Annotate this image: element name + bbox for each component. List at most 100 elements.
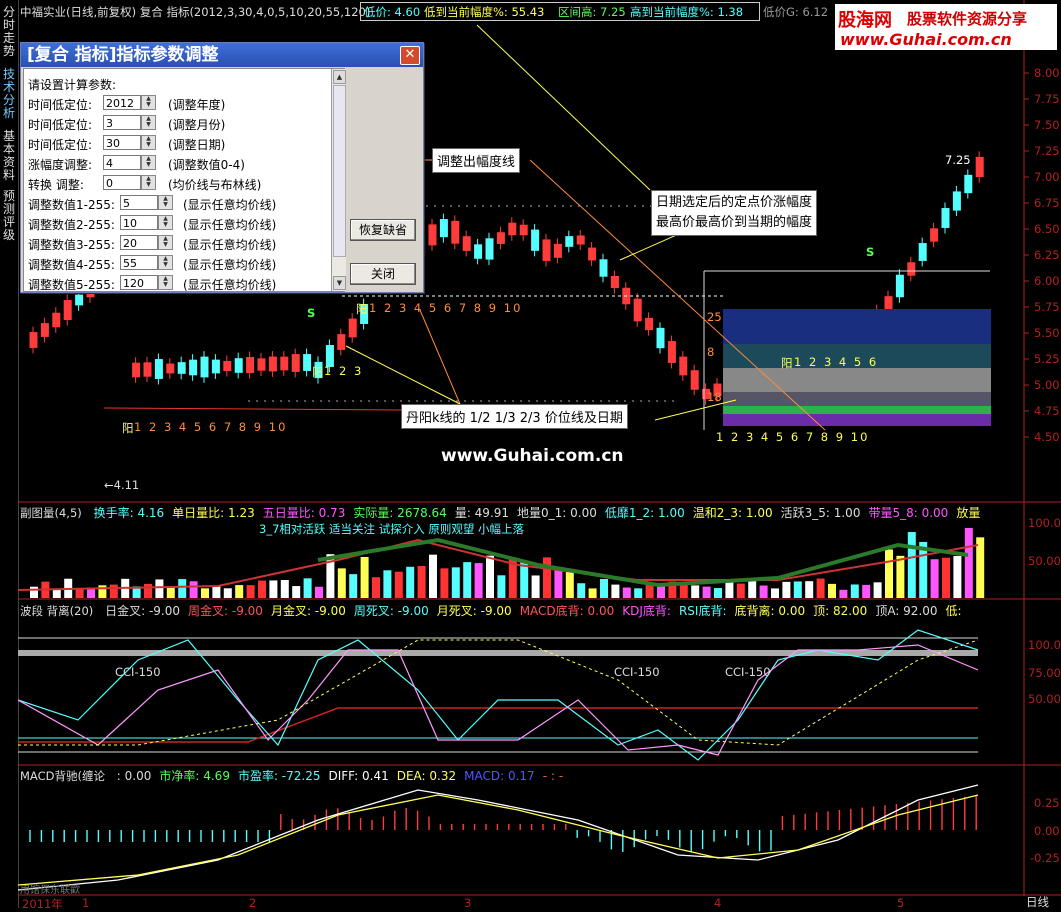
candle-body — [930, 228, 939, 242]
param-spinner-icon[interactable]: ▲ ▼ — [158, 235, 173, 250]
param-input[interactable]: 3 — [103, 115, 141, 130]
param-input[interactable]: 20 — [120, 235, 158, 250]
volume-bar — [303, 578, 312, 598]
vol-field: 温和2_3: 1.00 — [692, 506, 773, 520]
volume-bar — [600, 579, 608, 598]
volume-bar — [805, 581, 814, 598]
yang-seq-4: 1 2 3 4 5 6 — [794, 355, 879, 369]
candle-body — [428, 224, 437, 246]
macd-sub-label: 用馆保东联歡 — [20, 885, 80, 896]
scroll-down-icon[interactable]: ▼ — [333, 276, 346, 290]
scroll-thumb[interactable] — [333, 85, 346, 257]
param-label: 调整数值4-255: — [28, 258, 115, 272]
wave-field: 周死叉: -9.00 — [353, 604, 429, 618]
vol-field: 实际量: 2678.64 — [353, 506, 447, 520]
param-input[interactable]: 55 — [120, 255, 158, 270]
price-tick-label: 4.50 — [1034, 430, 1060, 444]
tab-fundamentals[interactable]: 基本资料 — [1, 130, 17, 182]
candle-body — [588, 247, 597, 261]
macd-axis-neg: -0.25 — [1030, 851, 1060, 865]
restore-default-button[interactable]: 恢复缺省 — [350, 219, 416, 241]
price-tick-label: 7.50 — [1034, 118, 1060, 132]
callout-adjust-line: 调整出幅度线 — [432, 148, 521, 173]
tab-rating[interactable]: 预测评级 — [1, 190, 17, 242]
param-spinner-icon[interactable]: ▲ ▼ — [141, 115, 156, 130]
param-spinner-icon[interactable]: ▲ ▼ — [141, 135, 156, 150]
volume-bar — [394, 571, 403, 598]
wave-field: MACD底背: 0.00 — [519, 604, 615, 618]
candle-body — [508, 222, 517, 236]
param-input[interactable]: 0 — [103, 175, 141, 190]
param-input[interactable]: 30 — [103, 135, 141, 150]
dialog-scrollbar[interactable]: ▲ ▼ — [331, 69, 346, 291]
macd-field: DIFF: 0.41 — [328, 769, 389, 783]
candle-body — [257, 358, 266, 371]
macd-axis-zero: 0.00 — [1034, 824, 1060, 838]
volume-bar — [292, 586, 301, 598]
scroll-up-icon[interactable]: ▲ — [333, 70, 346, 84]
volume-bar — [577, 583, 586, 598]
close-button[interactable]: 关闭 — [350, 263, 416, 285]
cci-label-2: CCI-150 — [614, 665, 660, 679]
price-band — [723, 368, 991, 392]
param-input[interactable]: 5 — [120, 195, 158, 210]
candle-body — [439, 219, 448, 238]
param-input[interactable]: 10 — [120, 215, 158, 230]
param-label: 调整数值1-255: — [28, 198, 115, 212]
macd-field: MACD: 0.17 — [464, 769, 535, 783]
candle-body — [211, 359, 220, 374]
wave-field: 月死叉: -9.00 — [436, 604, 512, 618]
param-note: (调整日期) — [168, 138, 226, 152]
param-label: 调整数值3-255: — [28, 238, 115, 252]
volume-bar — [816, 578, 825, 598]
macd-panel-title: MACD背驰(缠论 — [20, 769, 105, 783]
tab-intraday[interactable]: 分时走势 — [1, 6, 17, 58]
param-spinner-icon[interactable]: ▲ ▼ — [141, 95, 156, 110]
high-price-mark: 7.25 — [945, 153, 971, 167]
param-dialog[interactable]: [复合 指标]指标参数调整 ✕ 请设置计算参数: 时间低定位: 2012 ▲ ▼ (调整… — [20, 42, 424, 293]
logo-brand: 股海网 — [838, 10, 892, 31]
candle-body — [542, 239, 551, 262]
vol-field: 换手率: 4.16 — [93, 506, 165, 520]
tab-technical[interactable]: 技术分析 — [1, 68, 17, 120]
volume-bar — [691, 585, 700, 598]
wave-axis-75: 75.00 — [1028, 666, 1061, 680]
volume-bar — [212, 586, 221, 598]
yang-label-3: 阳 — [312, 365, 324, 379]
param-spinner-icon[interactable]: ▲ ▼ — [141, 155, 156, 170]
candle-body — [75, 294, 84, 306]
param-label: 转换 调整: — [28, 178, 84, 192]
volume-bar — [201, 588, 209, 598]
param-label: 时间低定位: — [28, 98, 93, 112]
price-band — [723, 392, 991, 406]
candle-body — [610, 275, 619, 289]
volume-bar — [451, 567, 460, 598]
param-spinner-icon[interactable]: ▲ ▼ — [158, 275, 173, 290]
dialog-close-icon[interactable]: ✕ — [400, 46, 420, 65]
param-label: 时间低定位: — [28, 118, 93, 132]
volume-bar — [736, 583, 745, 598]
candle-body — [565, 236, 574, 247]
param-label: 调整数值2-255: — [28, 218, 115, 232]
macd-field: : 0.00 — [116, 769, 152, 783]
callout-date-fix: 日期选定后的定点价涨幅度 最高价最高价到当期的幅度 — [651, 190, 818, 236]
logo-url: www.Guhai.com.cn — [840, 30, 1012, 49]
param-input[interactable]: 4 — [103, 155, 141, 170]
dialog-title[interactable]: [复合 指标]指标参数调整 — [21, 43, 423, 67]
candle-body — [679, 356, 688, 376]
param-note: (显示任意均价线) — [183, 198, 277, 212]
candle-body — [952, 191, 961, 211]
param-spinner-icon[interactable]: ▲ ▼ — [158, 215, 173, 230]
volume-bar — [258, 580, 266, 598]
param-spinner-icon[interactable]: ▲ ▼ — [158, 195, 173, 210]
dialog-param-list[interactable]: 请设置计算参数: 时间低定位: 2012 ▲ ▼ (调整年度) 时间低定位: 3 ▲ ▼ (调整月… — [23, 68, 346, 292]
param-spinner-icon[interactable]: ▲ ▼ — [158, 255, 173, 270]
param-input[interactable]: 120 — [120, 275, 158, 290]
param-input[interactable]: 2012 — [103, 95, 141, 110]
callout-danyang: 丹阳k线的 1/2 1/3 2/3 价位线及日期 — [401, 404, 628, 429]
wave-axis-100: 100.0 — [1028, 638, 1061, 652]
param-note: (调整年度) — [168, 98, 226, 112]
volume-bar — [417, 565, 426, 598]
candle-body — [280, 356, 289, 371]
param-spinner-icon[interactable]: ▲ ▼ — [141, 175, 156, 190]
